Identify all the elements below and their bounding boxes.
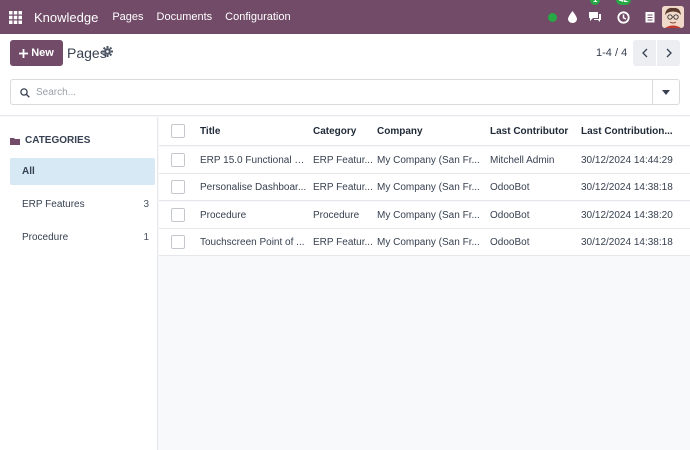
search-options-toggle[interactable] bbox=[652, 80, 679, 104]
table-row[interactable]: Touchscreen Point of ... ERP Featur... M… bbox=[159, 229, 690, 256]
search-bar bbox=[10, 79, 680, 105]
page-title: Pages bbox=[67, 45, 107, 61]
categories-heading-label: CATEGORIES bbox=[25, 135, 91, 146]
pager-value[interactable]: 1-4 / 4 bbox=[596, 47, 627, 59]
cell-category: Procedure bbox=[313, 210, 360, 221]
chevron-left-icon bbox=[641, 48, 647, 58]
categories-heading: CATEGORIES bbox=[10, 135, 90, 146]
apps-menu-icon[interactable] bbox=[0, 0, 30, 34]
cell-category: ERP Featur... bbox=[313, 182, 373, 193]
search-icon bbox=[20, 87, 30, 101]
column-company[interactable]: Company bbox=[377, 117, 485, 146]
select-all-checkbox[interactable] bbox=[171, 124, 185, 138]
cell-category: ERP Featur... bbox=[313, 237, 373, 248]
cell-company: My Company (San Fr... bbox=[377, 237, 480, 248]
caret-down-icon bbox=[662, 89, 670, 95]
row-checkbox[interactable] bbox=[171, 208, 185, 222]
pager-previous-button[interactable] bbox=[633, 40, 656, 66]
table-header: Title Category Company Last Contributor … bbox=[159, 117, 690, 146]
table-row[interactable]: Procedure Procedure My Company (San Fr..… bbox=[159, 202, 690, 229]
sidebar-item-label: ERP Features bbox=[22, 199, 85, 210]
cell-title: Touchscreen Point of ... bbox=[200, 237, 305, 248]
cell-contributor: OdooBot bbox=[490, 237, 530, 248]
cell-title: Personalise Dashboar... bbox=[200, 182, 307, 193]
cell-date: 30/12/2024 14:44:29 bbox=[581, 155, 673, 166]
row-checkbox[interactable] bbox=[171, 235, 185, 249]
user-avatar[interactable] bbox=[662, 6, 684, 28]
row-checkbox[interactable] bbox=[171, 180, 185, 194]
cell-contributor: OdooBot bbox=[490, 210, 530, 221]
cell-contributor: OdooBot bbox=[490, 182, 530, 193]
cell-title: ERP 15.0 Functional D... bbox=[200, 155, 308, 166]
cell-company: My Company (San Fr... bbox=[377, 182, 480, 193]
table-row[interactable]: Personalise Dashboar... ERP Featur... My… bbox=[159, 174, 690, 201]
column-last-contributor[interactable]: Last Contributor bbox=[490, 117, 578, 146]
sidebar-item-procedure[interactable]: Procedure 1 bbox=[10, 224, 155, 251]
cell-contributor: Mitchell Admin bbox=[490, 155, 555, 166]
sidebar-item-label: Procedure bbox=[22, 232, 69, 243]
menu-configuration[interactable]: Configuration bbox=[225, 11, 290, 23]
sidebar-item-all[interactable]: All bbox=[10, 158, 155, 185]
drop-icon[interactable] bbox=[562, 0, 582, 34]
sidebar-item-count: 3 bbox=[143, 199, 149, 210]
cell-date: 30/12/2024 14:38:18 bbox=[581, 182, 673, 193]
cell-company: My Company (San Fr... bbox=[377, 210, 480, 221]
cell-company: My Company (San Fr... bbox=[377, 155, 480, 166]
clipboard-icon[interactable] bbox=[638, 0, 662, 34]
pages-list: Title Category Company Last Contributor … bbox=[159, 117, 690, 450]
sidebar-item-label: All bbox=[22, 166, 35, 177]
gear-icon[interactable] bbox=[102, 46, 113, 60]
sidebar-item-count: 1 bbox=[143, 232, 149, 243]
row-checkbox[interactable] bbox=[171, 153, 185, 167]
table-row[interactable]: ERP 15.0 Functional D... ERP Featur... M… bbox=[159, 147, 690, 174]
menu-documents[interactable]: Documents bbox=[157, 11, 213, 23]
folder-icon bbox=[10, 137, 20, 145]
column-last-contribution[interactable]: Last Contribution... bbox=[581, 117, 687, 146]
cell-category: ERP Featur... bbox=[313, 155, 373, 166]
status-dot-icon[interactable] bbox=[542, 0, 562, 34]
plus-icon bbox=[19, 48, 29, 58]
column-category[interactable]: Category bbox=[313, 117, 373, 146]
pager-next-button[interactable] bbox=[657, 40, 680, 66]
activities-badge: 42 bbox=[616, 0, 631, 5]
navbar-systray: 1 42 bbox=[542, 0, 690, 34]
messages-badge: 1 bbox=[590, 0, 601, 5]
top-navbar: Knowledge Pages Documents Configuration … bbox=[0, 0, 690, 34]
cell-date: 30/12/2024 14:38:20 bbox=[581, 210, 673, 221]
new-button[interactable]: New bbox=[10, 40, 63, 66]
menu-pages[interactable]: Pages bbox=[112, 11, 143, 23]
search-input[interactable] bbox=[36, 83, 636, 101]
app-brand[interactable]: Knowledge bbox=[34, 10, 98, 25]
column-title[interactable]: Title bbox=[200, 117, 308, 146]
messages-icon[interactable]: 1 bbox=[582, 0, 608, 34]
cell-date: 30/12/2024 14:38:18 bbox=[581, 237, 673, 248]
control-panel: New Pages 1-4 / 4 bbox=[0, 34, 690, 116]
cell-title: Procedure bbox=[200, 210, 247, 221]
activities-icon[interactable]: 42 bbox=[608, 0, 638, 34]
chevron-right-icon bbox=[666, 48, 672, 58]
new-button-label: New bbox=[31, 47, 54, 59]
category-sidebar: CATEGORIES All ERP Features 3 Procedure … bbox=[0, 117, 158, 450]
sidebar-item-erp-features[interactable]: ERP Features 3 bbox=[10, 191, 155, 218]
